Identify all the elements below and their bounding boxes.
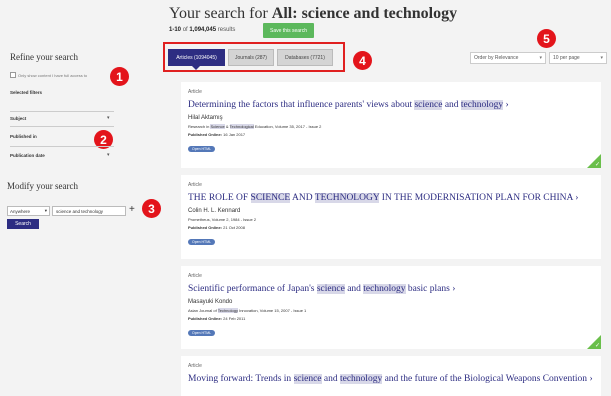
chevron-right-icon[interactable]: › xyxy=(589,374,592,384)
chevron-right-icon[interactable]: › xyxy=(575,193,578,203)
annotation-badge-4: 4 xyxy=(353,51,372,70)
tab-articles[interactable]: Articles (1094045) xyxy=(168,49,225,66)
result-card: Article THE ROLE OF SCIENCE AND TECHNOLO… xyxy=(181,175,601,259)
chevron-down-icon: ▾ xyxy=(539,55,542,61)
search-input[interactable]: science and technology xyxy=(52,206,126,216)
chevron-down-icon[interactable]: ▾ xyxy=(107,152,110,158)
result-type: Article xyxy=(188,273,202,279)
result-title[interactable]: Moving forward: Trends in science and te… xyxy=(188,373,594,385)
result-author[interactable]: Colin H. L. Kennard xyxy=(188,208,594,214)
result-card: Article Moving forward: Trends in scienc… xyxy=(181,356,601,396)
divider xyxy=(10,126,114,127)
search-button[interactable]: Search xyxy=(7,219,39,229)
selected-filters-label: Selected filters xyxy=(10,90,43,95)
open-html-button[interactable]: Open HTML xyxy=(188,330,216,336)
checkbox-label: Only show content I have full access to xyxy=(18,72,88,78)
result-source[interactable]: Research in Science & Technological Educ… xyxy=(188,124,594,129)
chevron-down-icon[interactable]: ▾ xyxy=(107,115,110,121)
result-title[interactable]: THE ROLE OF SCIENCE AND TECHNOLOGY IN TH… xyxy=(188,192,594,204)
annotation-badge-1: 1 xyxy=(110,67,129,86)
filter-subject[interactable]: Subject xyxy=(10,116,26,121)
modify-title: Modify your search xyxy=(7,181,78,191)
chevron-right-icon[interactable]: › xyxy=(506,100,509,110)
refine-title: Refine your search xyxy=(10,52,78,62)
tab-databases[interactable]: Databases (7721) xyxy=(277,49,333,66)
access-filter[interactable]: Only show content I have full access to xyxy=(10,72,87,78)
active-tab-caret xyxy=(192,66,200,70)
page-title: Your search for All: science and technol… xyxy=(169,5,458,22)
field-select[interactable]: Anywhere ▾ xyxy=(7,206,50,216)
check-icon: ✓ xyxy=(594,162,600,168)
result-author[interactable]: Hilal Aktamış xyxy=(188,115,594,121)
check-icon: ✓ xyxy=(594,343,600,349)
per-page-select[interactable]: 10 per page ▾ xyxy=(549,52,607,64)
open-html-button[interactable]: Open HTML xyxy=(188,146,216,152)
tab-journals[interactable]: Journals (287) xyxy=(228,49,274,66)
chevron-down-icon: ▾ xyxy=(600,55,603,61)
result-type: Article xyxy=(188,363,202,369)
result-count: 1-10 of 1,094,045 results xyxy=(169,27,236,33)
result-source[interactable]: Asian Journal of Technology Innovation, … xyxy=(188,308,594,313)
divider xyxy=(10,146,114,147)
result-card: Article Scientific performance of Japan'… xyxy=(181,266,601,349)
chevron-down-icon: ▾ xyxy=(44,208,47,213)
annotation-badge-5: 5 xyxy=(537,29,556,48)
result-source[interactable]: Prometheus, Volume 2, 1984 - Issue 2 xyxy=(188,217,594,222)
order-select[interactable]: Order by Relevance ▾ xyxy=(470,52,546,64)
plus-icon[interactable]: + xyxy=(129,204,135,215)
chevron-right-icon[interactable]: › xyxy=(452,284,455,294)
result-title[interactable]: Determining the factors that influence p… xyxy=(188,99,594,111)
checkbox[interactable] xyxy=(10,72,16,78)
result-title[interactable]: Scientific performance of Japan's scienc… xyxy=(188,283,594,295)
result-author[interactable]: Masayuki Kondo xyxy=(188,299,594,305)
divider xyxy=(10,111,114,112)
result-type: Article xyxy=(188,89,202,95)
result-type: Article xyxy=(188,182,202,188)
filter-published-in[interactable]: Published in xyxy=(10,134,37,139)
annotation-badge-3: 3 xyxy=(142,199,161,218)
filter-publication-date[interactable]: Publication date xyxy=(10,153,45,158)
result-card: Article Determining the factors that inf… xyxy=(181,82,601,168)
open-html-button[interactable]: Open HTML xyxy=(188,239,216,245)
save-search-button[interactable]: Save this search xyxy=(263,23,314,38)
